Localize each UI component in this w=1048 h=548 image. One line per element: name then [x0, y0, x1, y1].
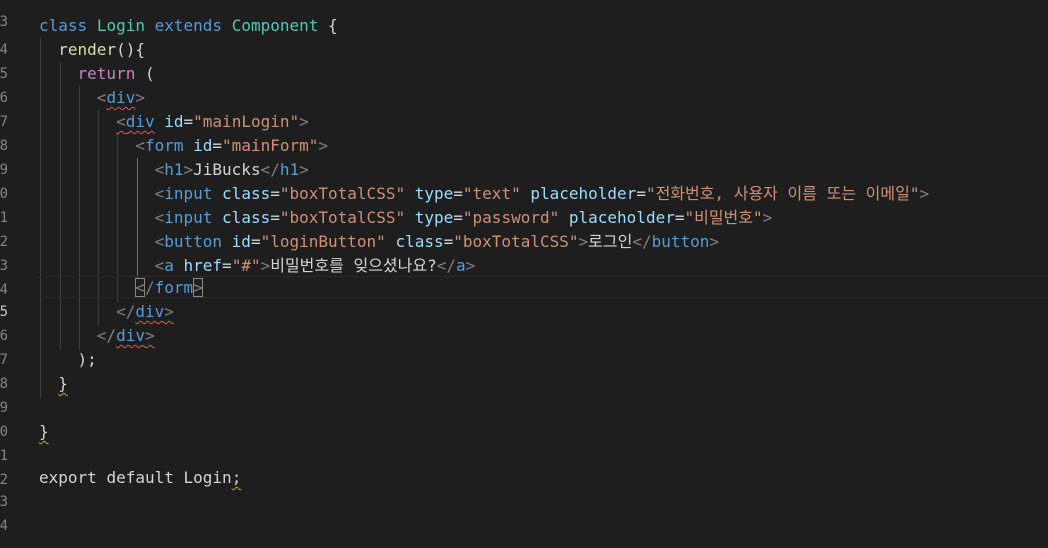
- punctuation: (){: [116, 40, 145, 59]
- jsx-tag: div: [106, 88, 136, 107]
- code-line-active[interactable]: 5 </form>: [0, 276, 1048, 320]
- jsx-attribute: type: [414, 208, 454, 227]
- code-line[interactable]: 1 }: [0, 420, 1048, 464]
- jsx-text: JiBucks: [193, 160, 261, 179]
- bracket-match: <: [135, 278, 145, 297]
- function-name: render: [58, 40, 117, 59]
- jsx-attribute: type: [414, 184, 454, 203]
- code-line[interactable]: 8 <div id="mainLogin">: [0, 110, 1048, 154]
- class-name: Component: [231, 16, 319, 35]
- code-line[interactable]: 0: [0, 396, 1048, 440]
- string-literal: "boxTotalCSS": [453, 232, 579, 251]
- string-literal: "boxTotalCSS": [279, 208, 406, 227]
- code-line[interactable]: 4 <a href="#">비밀번호를 잊으셨나요?</a>: [0, 254, 1048, 298]
- code-line[interactable]: 4 class Login extends Component {: [0, 14, 1048, 58]
- jsx-tag: button: [651, 232, 710, 251]
- keyword: extends: [154, 16, 223, 35]
- jsx-tag: div: [135, 302, 165, 321]
- jsx-tag: div: [116, 326, 145, 345]
- code-line[interactable]: 1 <input class="boxTotalCSS" type="text"…: [0, 182, 1048, 226]
- code-line[interactable]: 4: [0, 490, 1048, 534]
- code-line[interactable]: 3 export default Login;: [0, 466, 1048, 510]
- brace: }: [39, 422, 49, 441]
- punctuation: );: [77, 350, 97, 369]
- string-literal: "text": [462, 184, 521, 203]
- keyword: default: [106, 468, 174, 487]
- class-name: Login: [96, 16, 145, 35]
- code-line[interactable]: 7 <div>: [0, 86, 1048, 130]
- jsx-attribute: class: [395, 232, 444, 251]
- keyword: class: [39, 16, 88, 35]
- code-line[interactable]: 3: [0, 0, 1048, 30]
- jsx-tag: input: [164, 184, 213, 203]
- bracket-match: >: [193, 278, 203, 297]
- code-line[interactable]: 8 );: [0, 348, 1048, 392]
- jsx-attribute: id: [193, 136, 213, 155]
- code-line[interactable]: 5 render(){: [0, 38, 1048, 82]
- jsx-attribute: class: [222, 184, 271, 203]
- code-line[interactable]: 0 <h1>JiBucks</h1>: [0, 158, 1048, 202]
- identifier: Login: [183, 468, 232, 487]
- keyword: export: [39, 468, 97, 487]
- string-literal: "전화번호, 사용자 이름 또는 이메일": [645, 184, 920, 203]
- jsx-tag: form: [154, 278, 194, 297]
- jsx-attribute: id: [164, 112, 184, 131]
- jsx-text: 로그인: [588, 232, 633, 251]
- code-line[interactable]: 2: [0, 444, 1048, 488]
- jsx-attribute: class: [222, 208, 271, 227]
- code-line[interactable]: 7 </div>: [0, 324, 1048, 368]
- jsx-tag: form: [144, 136, 184, 155]
- jsx-tag: a: [455, 256, 466, 275]
- jsx-tag: input: [164, 208, 213, 227]
- string-literal: "password": [462, 208, 560, 227]
- jsx-tag: h1: [164, 160, 184, 179]
- string-literal: "#": [231, 256, 261, 275]
- keyword: return: [77, 64, 136, 83]
- string-literal: "mainForm": [222, 136, 319, 155]
- jsx-tag: button: [164, 232, 223, 251]
- code-line[interactable]: 2 <input class="boxTotalCSS" type="passw…: [0, 206, 1048, 250]
- string-literal: "비밀번호": [684, 208, 763, 227]
- brace: {: [328, 16, 338, 35]
- jsx-attribute: href: [183, 256, 223, 275]
- jsx-attribute: placeholder: [568, 208, 675, 227]
- jsx-tag: h1: [279, 160, 300, 179]
- jsx-attribute: id: [231, 232, 251, 251]
- punctuation: ;: [231, 468, 242, 487]
- string-literal: "loginButton": [260, 232, 386, 251]
- string-literal: "mainLogin": [193, 112, 300, 131]
- code-line[interactable]: 6 </div>: [0, 300, 1048, 344]
- punctuation: (: [144, 64, 155, 83]
- line-number: 4: [0, 518, 8, 534]
- jsx-attribute: placeholder: [530, 184, 637, 203]
- code-line[interactable]: 9 <form id="mainForm">: [0, 134, 1048, 178]
- code-line[interactable]: 3 <button id="loginButton" class="boxTot…: [0, 230, 1048, 274]
- brace: }: [58, 374, 68, 393]
- code-editor[interactable]: 3 4 class Login extends Component { 5 re…: [0, 0, 1048, 548]
- jsx-text: 비밀번호를 잊으셨나요?: [270, 256, 437, 275]
- jsx-tag: a: [164, 256, 174, 275]
- string-literal: "boxTotalCSS": [279, 184, 406, 203]
- jsx-tag: div: [125, 112, 155, 131]
- code-line[interactable]: 9 }: [0, 372, 1048, 416]
- code-line[interactable]: 6 return (: [0, 62, 1048, 106]
